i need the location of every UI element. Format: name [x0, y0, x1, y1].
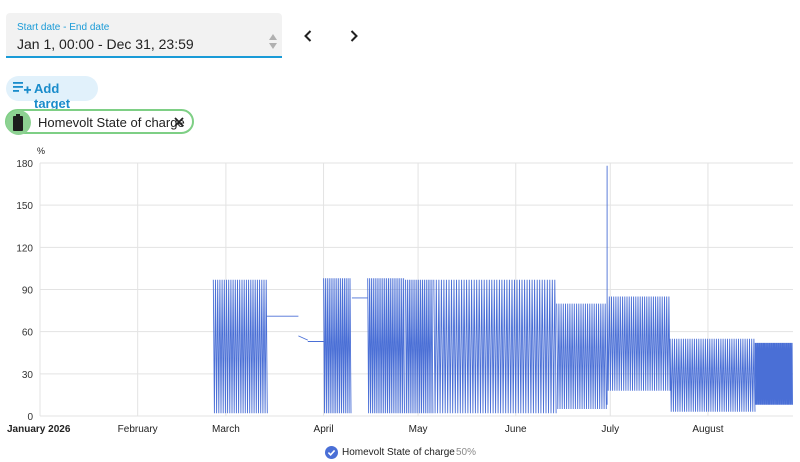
- date-range-value: Jan 1, 00:00 - Dec 31, 23:59: [17, 36, 194, 52]
- x-tick-label: June: [505, 424, 527, 435]
- x-tick-label: August: [692, 424, 723, 435]
- date-range-label: Start date - End date: [17, 22, 110, 33]
- x-tick-label: April: [314, 424, 334, 435]
- chevron-left-icon: [304, 30, 312, 42]
- date-range-picker[interactable]: Start date - End date Jan 1, 00:00 - Dec…: [6, 13, 282, 58]
- add-target-label: Add target: [34, 81, 71, 111]
- date-spin-icon[interactable]: [268, 34, 278, 52]
- add-target-button[interactable]: Add target: [6, 76, 98, 111]
- y-tick-label: 120: [16, 243, 33, 254]
- close-icon[interactable]: [173, 116, 185, 128]
- y-tick-label: 30: [22, 370, 34, 381]
- x-axis-ticks: January 2026 February March April May June Jul…: [7, 424, 724, 435]
- x-tick-label: January 2026: [7, 424, 71, 435]
- legend-series-name: Homevolt State of charge: [342, 447, 455, 458]
- y-tick-label: 0: [27, 412, 33, 423]
- legend-series-percent: 50%: [456, 447, 477, 458]
- checkbox-checked-icon[interactable]: [325, 446, 338, 459]
- previous-period-button[interactable]: [296, 24, 320, 48]
- y-tick-label: 60: [22, 328, 34, 339]
- target-chip-label: Homevolt State of charge: [38, 115, 185, 130]
- y-axis-ticks: 0 30 60 90 120 150 180: [16, 159, 33, 423]
- target-chip[interactable]: Homevolt State of charge: [5, 109, 194, 135]
- y-tick-label: 90: [22, 286, 34, 297]
- chevron-right-icon: [350, 30, 358, 42]
- next-period-button[interactable]: [342, 24, 366, 48]
- x-tick-label: March: [212, 424, 240, 435]
- x-tick-label: July: [601, 424, 619, 435]
- battery-icon: [13, 114, 23, 131]
- battery-avatar: [6, 110, 31, 135]
- y-tick-label: 180: [16, 159, 33, 170]
- y-tick-label: 150: [16, 201, 33, 212]
- state-of-charge-chart: 0 30 60 90 120 150 180 January 2026 February Mar…: [7, 159, 793, 435]
- x-tick-label: May: [409, 424, 428, 435]
- x-tick-label: February: [118, 424, 158, 435]
- playlist-plus-icon: [13, 82, 31, 94]
